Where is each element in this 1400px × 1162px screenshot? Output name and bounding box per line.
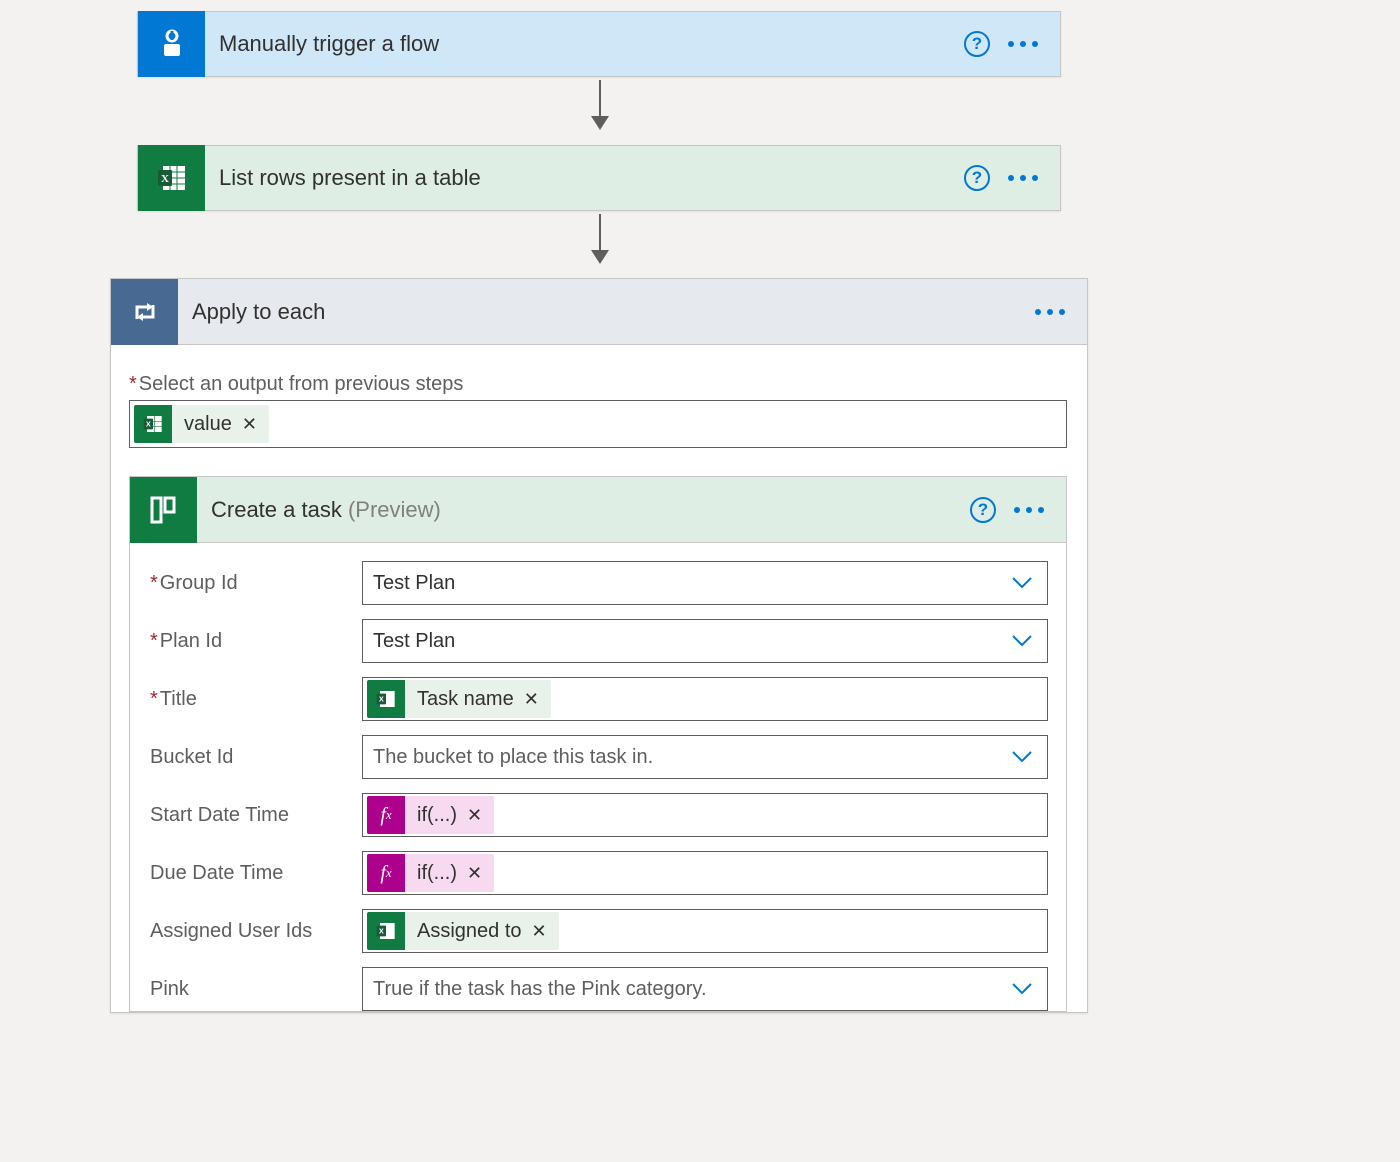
- token-task-name[interactable]: X Task name ✕: [367, 680, 551, 718]
- input-title[interactable]: X Task name ✕: [362, 677, 1048, 721]
- step-trigger-title: Manually trigger a flow: [205, 31, 964, 57]
- excel-icon: X: [134, 405, 172, 443]
- input-start-date[interactable]: fx if(...) ✕: [362, 793, 1048, 837]
- svg-text:X: X: [146, 420, 151, 429]
- more-menu[interactable]: [1014, 507, 1044, 513]
- help-icon[interactable]: ?: [964, 165, 990, 191]
- field-due-date: Due Date Time fx if(...) ✕: [148, 851, 1048, 895]
- more-menu[interactable]: [1008, 41, 1038, 47]
- input-assigned[interactable]: X Assigned to ✕: [362, 909, 1048, 953]
- label-bucket-id: Bucket Id: [150, 746, 233, 768]
- svg-text:X: X: [161, 173, 169, 185]
- chevron-down-icon[interactable]: [1011, 576, 1033, 590]
- token-remove[interactable]: ✕: [532, 922, 559, 940]
- input-pink[interactable]: True if the task has the Pink category.: [362, 967, 1048, 1011]
- label-title: Title: [160, 688, 197, 710]
- token-remove[interactable]: ✕: [467, 806, 494, 824]
- excel-icon: X: [138, 145, 205, 211]
- input-plan-id[interactable]: Test Plan: [362, 619, 1048, 663]
- apply-to-each-header[interactable]: Apply to each: [111, 279, 1087, 345]
- token-remove[interactable]: ✕: [524, 690, 551, 708]
- field-assigned: Assigned User Ids X Assigned to ✕: [148, 909, 1048, 953]
- apply-to-each-title: Apply to each: [178, 299, 1035, 325]
- field-title: *Title X Task name ✕: [148, 677, 1048, 721]
- label-plan-id: Plan Id: [160, 630, 222, 652]
- label-pink: Pink: [150, 978, 189, 1000]
- svg-text:X: X: [379, 927, 384, 936]
- token-assigned-to[interactable]: X Assigned to ✕: [367, 912, 559, 950]
- label-group-id: Group Id: [160, 572, 238, 594]
- input-bucket-id[interactable]: The bucket to place this task in.: [362, 735, 1048, 779]
- token-label: value: [172, 413, 242, 436]
- fx-icon: fx: [367, 796, 405, 834]
- create-task-header[interactable]: Create a task (Preview) ?: [130, 477, 1066, 543]
- connector-arrow: [599, 80, 601, 128]
- input-group-id[interactable]: Test Plan: [362, 561, 1048, 605]
- create-task-title: Create a task (Preview): [197, 497, 970, 523]
- label-due-date: Due Date Time: [150, 862, 283, 884]
- excel-icon: X: [367, 912, 405, 950]
- token-expression[interactable]: fx if(...) ✕: [367, 796, 494, 834]
- field-group-id: *Group Id Test Plan: [148, 561, 1048, 605]
- step-list-rows-title: List rows present in a table: [205, 165, 964, 191]
- step-list-rows[interactable]: X List rows present in a table ?: [137, 145, 1061, 211]
- chevron-down-icon[interactable]: [1011, 634, 1033, 648]
- fx-icon: fx: [367, 854, 405, 892]
- loop-icon: [111, 279, 178, 345]
- connector-arrow: [599, 214, 601, 262]
- field-bucket-id: Bucket Id The bucket to place this task …: [148, 735, 1048, 779]
- field-start-date: Start Date Time fx if(...) ✕: [148, 793, 1048, 837]
- field-pink: Pink True if the task has the Pink categ…: [148, 967, 1048, 1011]
- input-due-date[interactable]: fx if(...) ✕: [362, 851, 1048, 895]
- label-start-date: Start Date Time: [150, 804, 289, 826]
- planner-icon: [130, 477, 197, 543]
- help-icon[interactable]: ?: [970, 497, 996, 523]
- token-remove[interactable]: ✕: [467, 864, 494, 882]
- label-assigned: Assigned User Ids: [150, 920, 312, 942]
- token-value[interactable]: X value ✕: [134, 405, 269, 443]
- select-output-label: *Select an output from previous steps: [129, 373, 1069, 396]
- apply-to-each-panel: Apply to each *Select an output from pre…: [110, 278, 1088, 1013]
- step-trigger[interactable]: Manually trigger a flow ?: [137, 11, 1061, 77]
- field-plan-id: *Plan Id Test Plan: [148, 619, 1048, 663]
- token-expression[interactable]: fx if(...) ✕: [367, 854, 494, 892]
- create-task-card: Create a task (Preview) ? *Group Id Test…: [129, 476, 1067, 1012]
- svg-text:X: X: [379, 695, 384, 704]
- more-menu[interactable]: [1035, 309, 1065, 315]
- help-icon[interactable]: ?: [964, 31, 990, 57]
- token-remove[interactable]: ✕: [242, 415, 269, 433]
- chevron-down-icon[interactable]: [1011, 982, 1033, 996]
- more-menu[interactable]: [1008, 175, 1038, 181]
- select-output-input[interactable]: X value ✕: [129, 400, 1067, 448]
- excel-icon: X: [367, 680, 405, 718]
- chevron-down-icon[interactable]: [1011, 750, 1033, 764]
- trigger-icon: [138, 11, 205, 77]
